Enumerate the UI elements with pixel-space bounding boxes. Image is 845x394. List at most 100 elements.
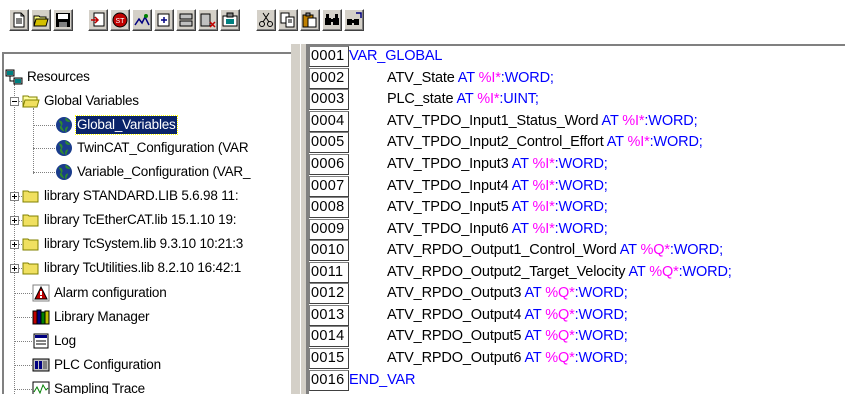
tree-item-plc-configuration[interactable]: PLC Configuration (32, 355, 162, 375)
code-line[interactable]: 0015 ATV_RPDO_Output6 AT %Q*:WORD; (309, 347, 845, 370)
line-number: 0010 (309, 240, 349, 262)
code-keyword: AT (524, 328, 542, 345)
variable-name: ATV_State (387, 69, 455, 86)
cycle-icon[interactable] (176, 9, 196, 31)
code-keyword: VAR_GLOBAL (349, 48, 443, 65)
code-line[interactable]: 0011 ATV_RPDO_Output2_Target_Velocity AT … (309, 261, 845, 284)
line-number: 0006 (309, 154, 349, 176)
line-number: 0009 (309, 218, 349, 240)
code-keyword: AT (511, 199, 529, 216)
logout-icon[interactable] (198, 9, 218, 31)
address-literal: %Q* (640, 242, 671, 259)
type-declaration: :WORD; (669, 242, 723, 259)
tree-item-label: library TcUtilities.lib 8.2.10 16:42:1 (44, 260, 242, 275)
variable-name: ATV_RPDO_Output5 (387, 328, 522, 345)
variable-name: PLC_state (387, 91, 454, 108)
folder-icon (22, 259, 40, 277)
code-text: ATV_RPDO_Output4 AT %Q*:WORD; (387, 306, 628, 325)
code-line[interactable]: 0002 ATV_State AT %I*:WORD; (309, 67, 845, 90)
tree-item-global-variables[interactable]: Global Variables (22, 91, 140, 111)
watch-icon[interactable] (220, 9, 240, 31)
splitter-highlight (300, 44, 301, 394)
expand-toggle[interactable] (10, 240, 19, 249)
code-line[interactable]: 0005 ATV_TPDO_Input2_Control_Effort AT %I… (309, 132, 845, 154)
code-text: ATV_RPDO_Output1_Control_Word AT %Q*:WOR… (387, 241, 723, 260)
tree-item-gv-global-variables[interactable]: Global_Variables (55, 115, 178, 135)
folder-open-icon (22, 92, 40, 110)
step-icon[interactable] (154, 9, 174, 31)
alarm-icon (32, 284, 50, 302)
variable-name: ATV_TPDO_Input4 (387, 177, 509, 194)
tree-item-library-standard[interactable]: library STANDARD.LIB 5.6.98 11: (22, 186, 239, 206)
tree-item-library-tcsystem[interactable]: library TcSystem.lib 9.3.10 10:21:3 (22, 234, 244, 254)
code-line[interactable]: 0014 ATV_RPDO_Output5 AT %Q*:WORD; (309, 326, 845, 348)
tree-item-sampling-trace[interactable]: Sampling Trace (32, 379, 146, 394)
tree-item-label: Alarm configuration (54, 285, 167, 300)
tree-item-gv-twincat-configuration[interactable]: TwinCAT_Configuration (VAR (55, 138, 249, 158)
code-line[interactable]: 0006 ATV_TPDO_Input3 AT %I*:WORD; (309, 154, 845, 176)
code-keyword: AT (456, 91, 474, 108)
code-keyword: AT (619, 242, 637, 259)
code-keyword: AT (606, 134, 624, 151)
code-line[interactable]: 0007 ATV_TPDO_Input4 AT %I*:WORD; (309, 175, 845, 197)
save-icon[interactable] (53, 9, 73, 31)
tree-item-library-manager[interactable]: Library Manager (32, 307, 150, 327)
pane-splitter[interactable] (291, 44, 307, 394)
code-line[interactable]: 0003 PLC_state AT %I*:UINT; (309, 89, 845, 111)
code-line[interactable]: 0013 ATV_RPDO_Output4 AT %Q*:WORD; (309, 304, 845, 327)
code-line[interactable]: 0004 ATV_TPDO_Input1_Status_Word AT %I*:W… (309, 110, 845, 133)
collapse-toggle[interactable] (10, 97, 19, 106)
type-declaration: :WORD; (649, 134, 703, 151)
paste-icon[interactable] (300, 9, 320, 31)
code-line[interactable]: 0010 ATV_RPDO_Output1_Control_Word AT %Q*… (309, 240, 845, 262)
copy-icon[interactable] (278, 9, 298, 31)
library-manager-icon (32, 308, 50, 326)
code-line[interactable]: 0012 ATV_RPDO_Output3 AT %Q*:WORD; (309, 283, 845, 305)
code-keyword: AT (457, 69, 475, 86)
tree-item-library-tcutilities[interactable]: library TcUtilities.lib 8.2.10 16:42:1 (22, 258, 242, 278)
resource-tree: Resources Global Variables Global_Variab… (4, 54, 291, 394)
tree-item-resources[interactable]: Resources (5, 67, 91, 87)
code-line[interactable]: 0009 ATV_TPDO_Input6 AT %I*:WORD; (309, 218, 845, 240)
line-number: 0003 (309, 89, 349, 111)
code-editor[interactable]: 0001 VAR_GLOBAL 0002 ATV_State AT %I*:WORD;… (307, 44, 845, 394)
code-text: PLC_state AT %I*:UINT; (387, 90, 539, 109)
address-literal: %Q* (649, 263, 679, 280)
expand-toggle[interactable] (10, 216, 19, 225)
find-icon[interactable] (322, 9, 342, 31)
svg-text:ST: ST (116, 18, 126, 25)
login-icon[interactable] (88, 9, 108, 31)
tree-item-log[interactable]: Log (32, 331, 77, 351)
code-line[interactable]: 0016 END_VAR (309, 369, 845, 391)
tree-item-gv-variable-configuration[interactable]: Variable_Configuration (VAR_ (55, 162, 251, 182)
tree-item-library-tcethercat[interactable]: library TcEtherCAT.lib 15.1.10 19: (22, 210, 237, 230)
folder-icon (22, 211, 40, 229)
code-line[interactable]: 0008 ATV_TPDO_Input5 AT %I*:WORD; (309, 197, 845, 219)
code-keyword: AT (511, 220, 529, 237)
code-text: ATV_TPDO_Input3 AT %I*:WORD; (387, 155, 608, 174)
replace-icon[interactable] (344, 9, 364, 31)
tree-item-label: Global_Variables (75, 115, 178, 135)
code-text: ATV_State AT %I*:WORD; (387, 69, 554, 88)
run-icon[interactable] (132, 9, 152, 31)
line-number: 0004 (309, 110, 349, 132)
tree-item-label: Variable_Configuration (VAR_ (77, 164, 251, 179)
type-declaration: :WORD; (554, 199, 608, 216)
tree-item-label: Log (54, 333, 76, 348)
code-line[interactable]: 0001 VAR_GLOBAL (309, 46, 845, 68)
address-literal: %Q* (545, 285, 575, 302)
address-literal: %I* (477, 91, 500, 108)
variable-name: ATV_RPDO_Output3 (387, 285, 522, 302)
code-keyword: AT (524, 349, 542, 366)
tree-item-alarm-configuration[interactable]: Alarm configuration (32, 283, 168, 303)
expand-toggle[interactable] (10, 192, 19, 201)
new-icon[interactable] (9, 9, 29, 31)
type-declaration: :WORD; (554, 177, 608, 194)
type-declaration: :WORD; (678, 263, 732, 280)
tree-item-label: library TcSystem.lib 9.3.10 10:21:3 (44, 236, 244, 251)
address-literal: %I* (627, 134, 650, 151)
cut-icon[interactable] (256, 9, 276, 31)
open-icon[interactable] (31, 9, 51, 31)
stop-icon[interactable]: ST (110, 9, 130, 31)
expand-toggle[interactable] (10, 264, 19, 273)
